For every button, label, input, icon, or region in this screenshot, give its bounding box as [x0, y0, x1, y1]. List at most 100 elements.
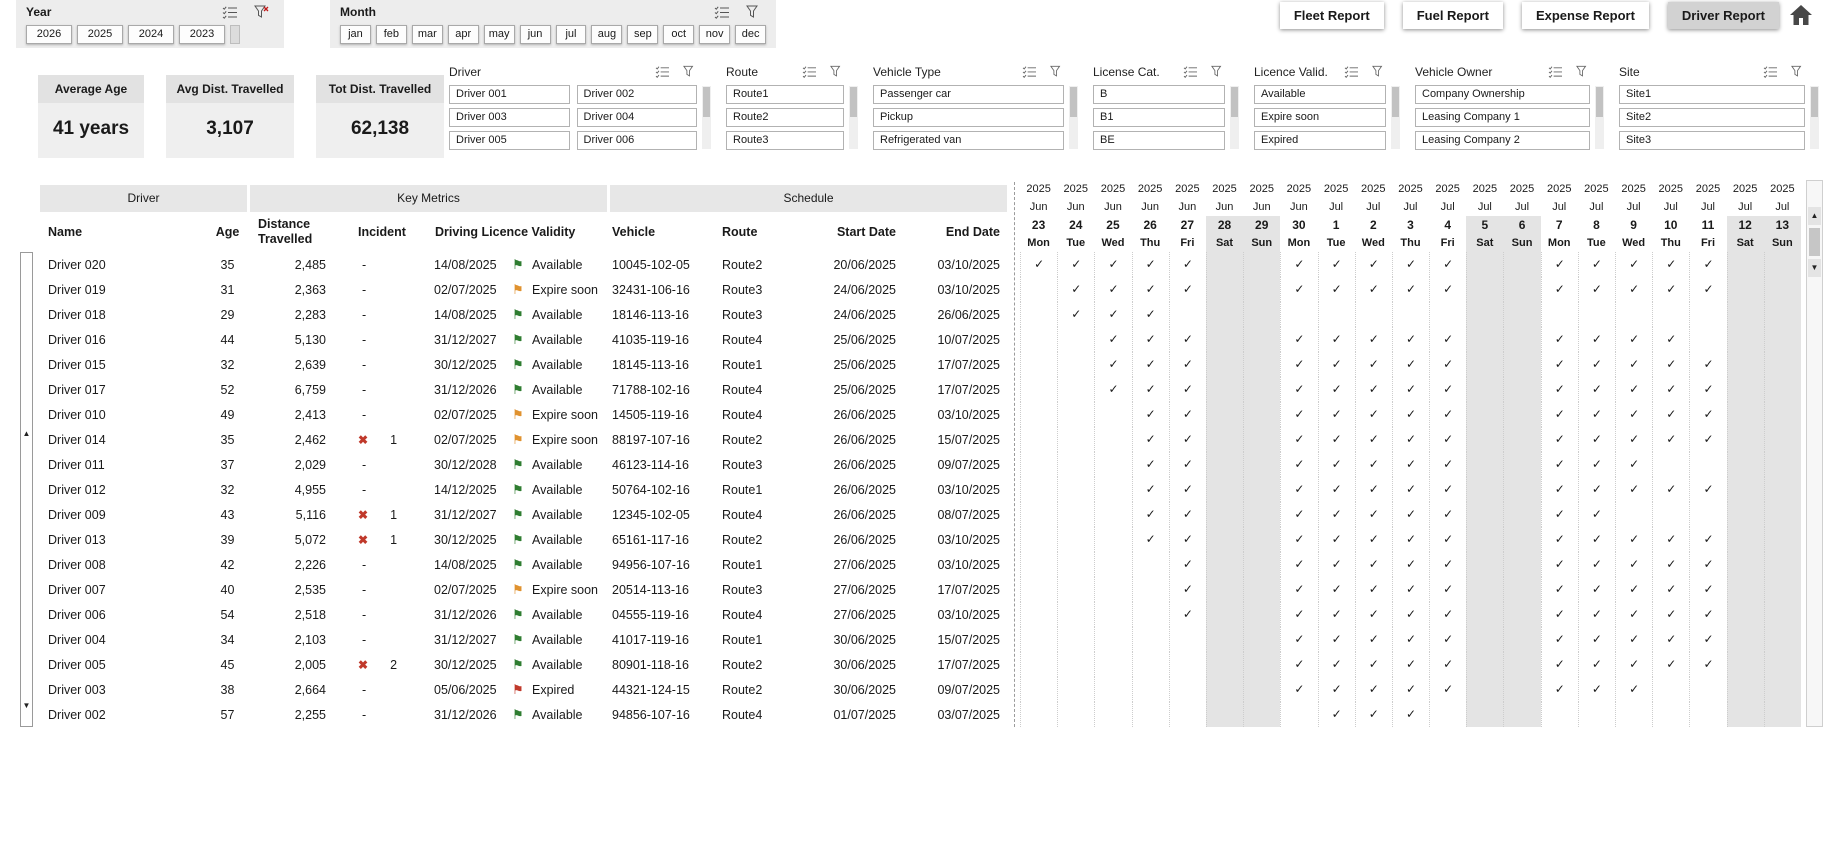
month-option-jun[interactable]: jun	[519, 25, 551, 44]
schedule-day-cell: ✓	[1280, 652, 1317, 677]
slicer-item-route1[interactable]: Route1	[726, 85, 844, 104]
filter-funnel-icon[interactable]	[1372, 65, 1388, 79]
filter-funnel-icon[interactable]	[1211, 65, 1227, 79]
year-option-2025[interactable]: 2025	[77, 25, 123, 44]
slicer-item-driver-003[interactable]: Driver 003	[449, 108, 570, 127]
month-option-dec[interactable]: dec	[735, 25, 767, 44]
hierarchy-filter-icon[interactable]	[1183, 65, 1199, 79]
hierarchy-filter-icon[interactable]	[802, 65, 818, 79]
slicer-item-refrigerated-van[interactable]: Refrigerated van	[873, 131, 1064, 150]
slicer-item-leasing-company-2[interactable]: Leasing Company 2	[1415, 131, 1590, 150]
schedule-day-cell	[1020, 552, 1057, 577]
driver-age: 35	[220, 432, 235, 447]
scrollbar-thumb[interactable]	[1809, 228, 1820, 256]
scrollbar-thumb[interactable]	[1392, 87, 1399, 117]
filter-funnel-icon[interactable]	[830, 65, 846, 79]
slicer-item-available[interactable]: Available	[1254, 85, 1386, 104]
scrollbar-thumb[interactable]	[850, 87, 857, 117]
scroll-down-icon[interactable]: ▼	[21, 701, 32, 710]
nav-button-expense-report[interactable]: Expense Report	[1521, 2, 1649, 29]
month-option-jan[interactable]: jan	[340, 25, 371, 44]
month-option-mar[interactable]: mar	[411, 25, 443, 44]
month-option-may[interactable]: may	[483, 25, 515, 44]
slicer-item-site2[interactable]: Site2	[1619, 108, 1805, 127]
month-option-sep[interactable]: sep	[627, 25, 659, 44]
slicer-item-driver-001[interactable]: Driver 001	[449, 85, 570, 104]
hierarchy-filter-icon[interactable]	[714, 5, 730, 19]
slicer-item-driver-006[interactable]: Driver 006	[576, 131, 697, 150]
slicer-item-site3[interactable]: Site3	[1619, 131, 1805, 150]
scroll-down-icon[interactable]: ▼	[1808, 259, 1821, 277]
slicer-item-leasing-company-1[interactable]: Leasing Company 1	[1415, 108, 1590, 127]
month-option-apr[interactable]: apr	[447, 25, 479, 44]
month-option-jul[interactable]: jul	[555, 25, 587, 44]
month-option-nov[interactable]: nov	[699, 25, 731, 44]
clear-filter-funnel-icon[interactable]	[746, 5, 762, 19]
filter-funnel-icon[interactable]	[1050, 65, 1066, 79]
hierarchy-filter-icon[interactable]	[222, 5, 238, 19]
calendar-weekday-cell: Sat	[1205, 234, 1244, 252]
month-option-feb[interactable]: feb	[375, 25, 407, 44]
hierarchy-filter-icon[interactable]	[1548, 65, 1564, 79]
nav-button-fleet-report[interactable]: Fleet Report	[1279, 2, 1384, 29]
slicer-item-b[interactable]: B	[1093, 85, 1225, 104]
slicer-item-route3[interactable]: Route3	[726, 131, 844, 150]
filter-funnel-icon[interactable]	[1791, 65, 1807, 79]
scrollbar-thumb[interactable]	[1811, 87, 1818, 117]
filter-funnel-icon[interactable]	[683, 65, 699, 79]
slicer-scrollbar[interactable]	[702, 86, 711, 149]
hierarchy-filter-icon[interactable]	[1763, 65, 1779, 79]
slicer-item-pickup[interactable]: Pickup	[873, 108, 1064, 127]
slicer-scrollbar[interactable]	[1391, 86, 1400, 149]
year-slicer: Year 2026 2025 2024 2023	[16, 0, 284, 48]
scrollbar-thumb[interactable]	[1070, 87, 1077, 117]
month-option-aug[interactable]: aug	[591, 25, 623, 44]
hierarchy-filter-icon[interactable]	[655, 65, 671, 79]
scroll-up-icon[interactable]: ▲	[1808, 207, 1821, 225]
slicer-item-company-ownership[interactable]: Company Ownership	[1415, 85, 1590, 104]
gantt-right-scrollbar[interactable]: ▲ ▼	[1806, 180, 1823, 727]
calendar-day-row: 23 24 25 26 27 28 29 30 1 2 3 4 5 6 7 8 9 10 11 12 13	[1020, 216, 1801, 234]
slicer-item-expire-soon[interactable]: Expire soon	[1254, 108, 1386, 127]
calendar-weekday-cell: Thu	[1660, 237, 1681, 249]
month-option-oct[interactable]: oct	[663, 25, 695, 44]
year-option-2026[interactable]: 2026	[26, 25, 72, 44]
distance-value: 2,283	[294, 307, 326, 322]
slicer-item-be[interactable]: BE	[1093, 131, 1225, 150]
schedule-day-cell	[1466, 702, 1504, 727]
slicer-scrollbar[interactable]	[1810, 86, 1819, 149]
year-option-2024[interactable]: 2024	[128, 25, 174, 44]
year-slicer-scrollbar[interactable]	[230, 25, 240, 44]
kpi-value: 41 years	[38, 103, 144, 158]
vehicle-id: 50764-102-16	[612, 482, 690, 497]
scrollbar-thumb[interactable]	[1231, 87, 1238, 117]
slicer-scrollbar[interactable]	[1069, 86, 1078, 149]
schedule-day-cell	[1763, 427, 1801, 452]
filter-funnel-icon[interactable]	[1576, 65, 1592, 79]
slicer-item-driver-002[interactable]: Driver 002	[576, 85, 697, 104]
slicer-item-expired[interactable]: Expired	[1254, 131, 1386, 150]
scrollbar-thumb[interactable]	[703, 87, 710, 117]
slicer-item-passenger-car[interactable]: Passenger car	[873, 85, 1064, 104]
nav-button-driver-report[interactable]: Driver Report	[1667, 2, 1779, 29]
slicer-item-b1[interactable]: B1	[1093, 108, 1225, 127]
year-option-2023[interactable]: 2023	[179, 25, 225, 44]
table-left-scrollbar[interactable]: ▲ ▼	[20, 252, 33, 727]
route-name: Route1	[722, 357, 763, 372]
calendar-day-cell: 2	[1369, 218, 1377, 232]
slicer-scrollbar[interactable]	[849, 86, 858, 149]
scrollbar-thumb[interactable]	[1596, 87, 1603, 117]
scroll-up-icon[interactable]: ▲	[21, 429, 32, 438]
slicer-item-route2[interactable]: Route2	[726, 108, 844, 127]
slicer-scrollbar[interactable]	[1595, 86, 1604, 149]
slicer-scrollbar[interactable]	[1230, 86, 1239, 149]
hierarchy-filter-icon[interactable]	[1022, 65, 1038, 79]
home-icon[interactable]	[1789, 4, 1815, 28]
slicer-item-site1[interactable]: Site1	[1619, 85, 1805, 104]
hierarchy-filter-icon[interactable]	[1344, 65, 1360, 79]
slicer-item-driver-004[interactable]: Driver 004	[576, 108, 697, 127]
schedule-day-cell	[1763, 577, 1801, 602]
clear-filter-funnel-icon[interactable]	[254, 5, 270, 19]
nav-button-fuel-report[interactable]: Fuel Report	[1402, 2, 1503, 29]
slicer-item-driver-005[interactable]: Driver 005	[449, 131, 570, 150]
